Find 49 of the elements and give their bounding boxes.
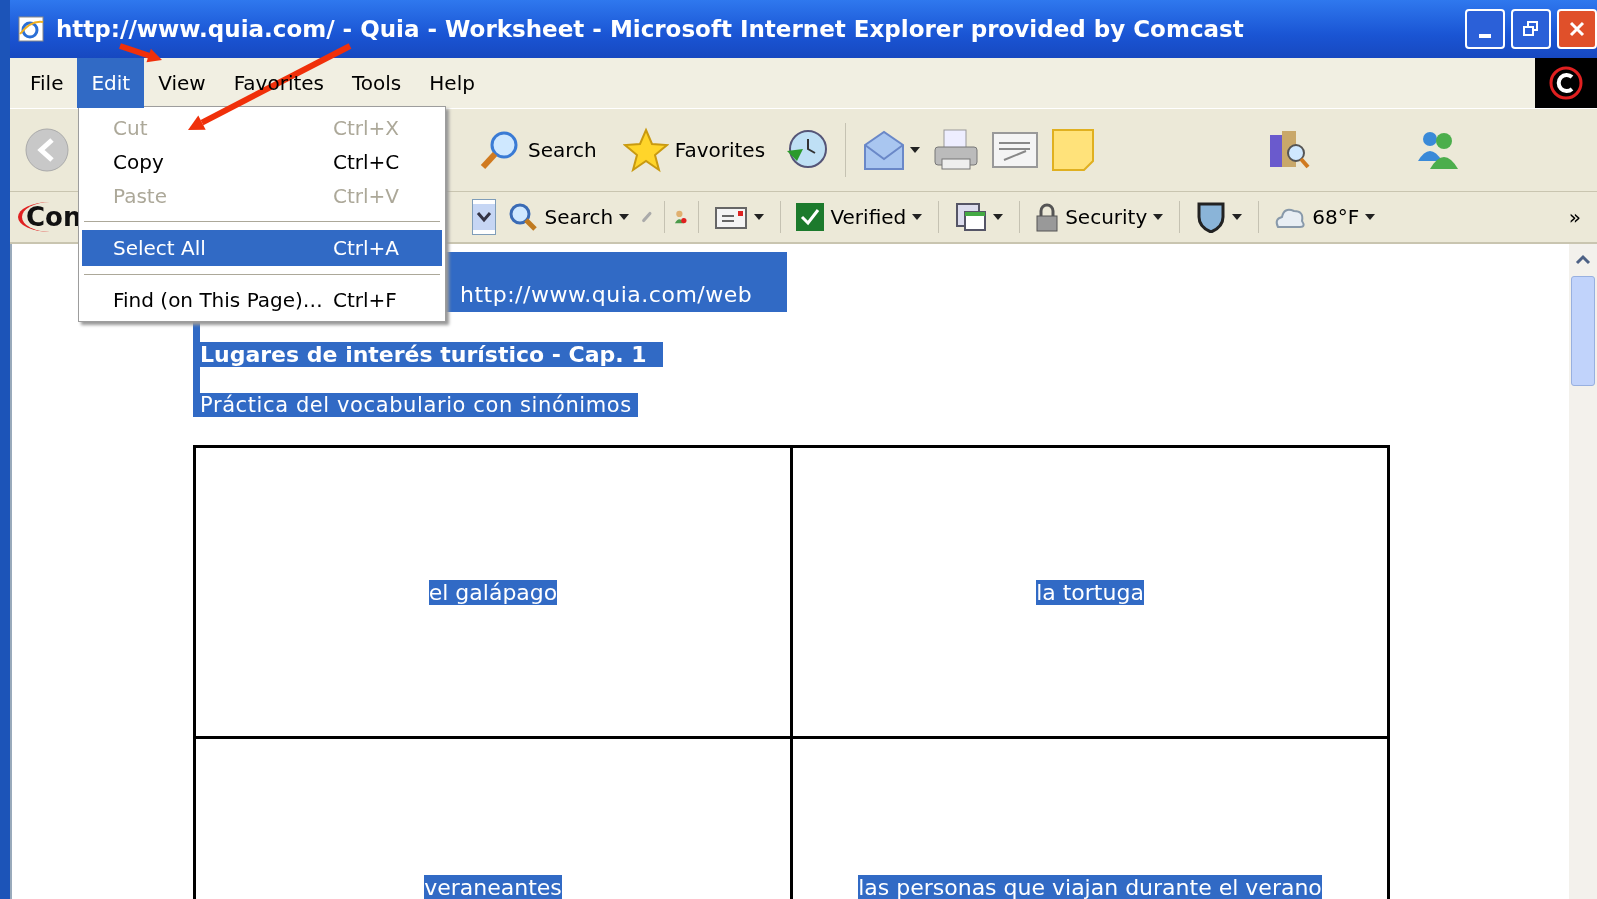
scroll-thumb[interactable] bbox=[1571, 276, 1595, 386]
printer-icon[interactable] bbox=[932, 127, 981, 173]
security-button[interactable]: Security bbox=[1029, 202, 1170, 232]
table-cell: la tortuga bbox=[791, 446, 1389, 738]
window-title: http://www.quia.com/ - Quia - Worksheet - Microsoft Internet Explorer provided by Comcast bbox=[56, 16, 1245, 42]
table-cell: el galápago bbox=[194, 446, 792, 738]
menu-option[interactable]: Copy Ctrl+C bbox=[82, 145, 442, 179]
annotation-arrow bbox=[119, 43, 162, 63]
table-cell: veraneantes bbox=[194, 737, 792, 899]
caret-icon bbox=[619, 214, 630, 220]
favorites-button[interactable]: Favorites bbox=[614, 127, 774, 173]
menu-item[interactable]: File bbox=[16, 58, 78, 108]
search-dropdown-button[interactable]: Search bbox=[502, 202, 636, 232]
more-button[interactable]: » bbox=[1562, 205, 1588, 229]
caret-icon bbox=[912, 214, 923, 220]
caret-icon bbox=[1365, 214, 1376, 220]
restore-button[interactable] bbox=[1511, 9, 1551, 49]
menu-option[interactable]: Find (on This Page)… Ctrl+F bbox=[82, 283, 442, 317]
weather-button[interactable]: 68°F bbox=[1268, 205, 1382, 229]
search-button[interactable]: Search bbox=[470, 128, 605, 172]
shield-icon bbox=[1195, 201, 1226, 233]
caret-icon bbox=[1153, 214, 1164, 220]
caret-icon bbox=[992, 214, 1003, 220]
caret-icon bbox=[1231, 214, 1242, 220]
envelope-icon bbox=[713, 204, 748, 230]
windows-icon bbox=[954, 202, 987, 232]
minimize-button[interactable] bbox=[1465, 9, 1505, 49]
scrollbar[interactable] bbox=[1569, 244, 1597, 899]
menu-option[interactable]: Select All Ctrl+A bbox=[82, 230, 442, 266]
close-button[interactable] bbox=[1557, 9, 1597, 49]
menu-item[interactable]: View bbox=[144, 58, 220, 108]
checkmark-icon bbox=[796, 203, 825, 231]
browser-logo-icon bbox=[16, 14, 46, 44]
minimize-icon bbox=[1479, 34, 1491, 38]
search-field[interactable] bbox=[472, 199, 497, 235]
star-icon bbox=[622, 127, 669, 173]
caret-icon bbox=[473, 204, 496, 230]
restore-icon bbox=[1523, 21, 1539, 37]
menu-item[interactable]: Tools bbox=[338, 58, 416, 108]
worksheet-title: Lugares de interés turístico - Cap. 1 bbox=[200, 342, 663, 367]
c-logo-icon bbox=[1548, 65, 1584, 101]
verified-button[interactable]: Verified bbox=[790, 203, 929, 231]
search-icon bbox=[508, 202, 539, 232]
caret-icon bbox=[753, 214, 764, 220]
menu-item[interactable]: Help bbox=[415, 58, 489, 108]
padlock-icon bbox=[1035, 202, 1060, 232]
menu-item[interactable]: Edit bbox=[77, 58, 145, 108]
worksheet-subtitle: Práctica del vocabulario con sinónimos bbox=[200, 393, 638, 417]
close-icon bbox=[1569, 21, 1585, 37]
